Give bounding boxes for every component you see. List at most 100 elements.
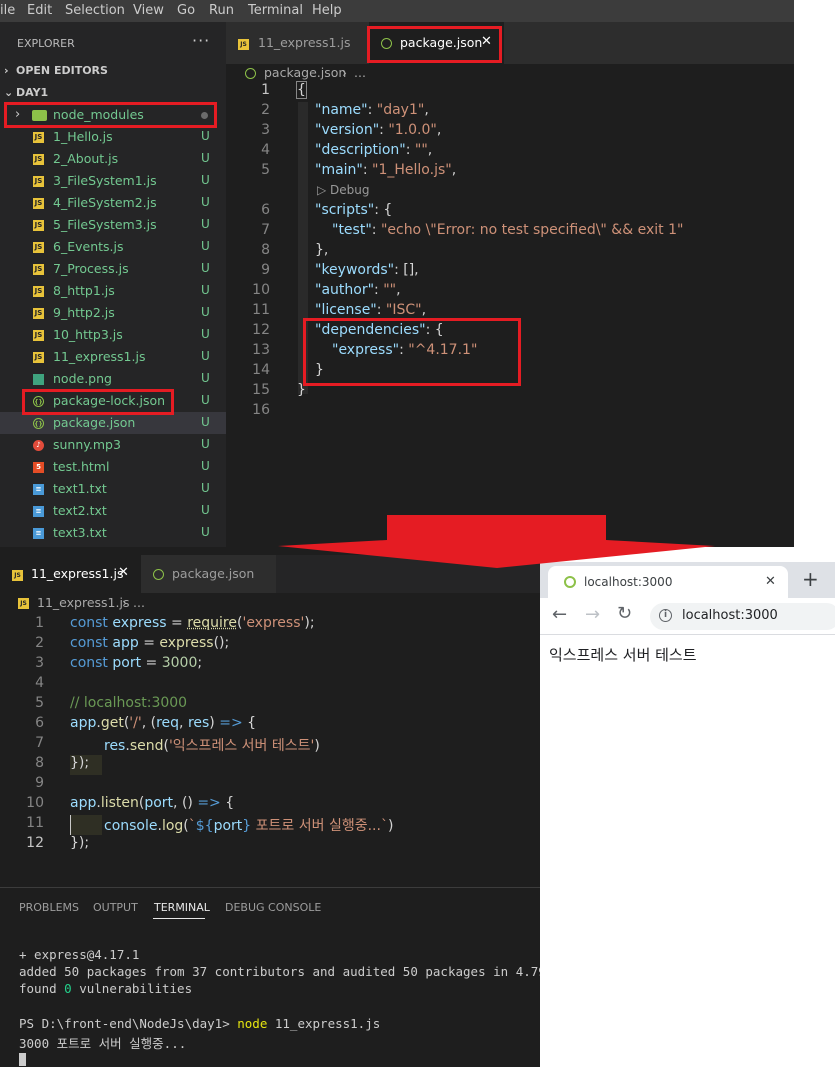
js-file-icon: JS	[33, 176, 44, 187]
file-item[interactable]: node.png U	[0, 368, 226, 390]
project-section[interactable]: ⌄ DAY1	[4, 86, 48, 99]
git-status: U	[201, 195, 210, 209]
breadcrumb-file[interactable]: package.json	[264, 65, 346, 80]
line-number: 10	[26, 795, 44, 811]
breadcrumb-file[interactable]: 11_express1.js	[37, 595, 129, 610]
menu-terminal[interactable]: Terminal	[248, 3, 303, 18]
info-icon[interactable]: i	[659, 609, 672, 622]
globe-icon	[564, 576, 576, 588]
file-name: 11_express1.js	[53, 349, 146, 364]
code-line-5: "main": "1_Hello.js",	[315, 162, 457, 178]
editor-11-express1[interactable]: JS 11_express1.js › ... 1 2 3 4 5 6 7 8 9 10 11 12 …	[0, 593, 540, 887]
breadcrumb-rest[interactable]: ...	[354, 65, 366, 80]
file-item[interactable]: JS 9_http2.js U	[0, 302, 226, 324]
file-item[interactable]: ≡ text1.txt U	[0, 478, 226, 500]
git-status: U	[201, 349, 210, 363]
text-file-icon: ≡	[33, 484, 44, 495]
file-name: 5_FileSystem3.js	[53, 217, 157, 232]
tab-debug-console[interactable]: DEBUG CONSOLE	[225, 901, 321, 914]
reload-icon[interactable]: ↻	[617, 603, 632, 624]
editor-package-json[interactable]: package.json › ... 1 2 3 4 5 6 7 8 9 10 11 12 13 14 15…	[226, 64, 794, 547]
terminal-line: found 0 vulnerabilities	[19, 981, 193, 996]
line-number: 10	[252, 282, 270, 298]
close-icon[interactable]: ✕	[118, 565, 129, 580]
line-number: 11	[252, 302, 270, 318]
file-item[interactable]: 5 test.html U	[0, 456, 226, 478]
page-content-text: 익스프레스 서버 테스트	[549, 646, 697, 664]
line-number: 14	[252, 362, 270, 378]
tab-11-express1[interactable]: JS 11_express1.js	[226, 22, 369, 64]
file-item[interactable]: JS 2_About.js U	[0, 148, 226, 170]
file-item[interactable]: JS 3_FileSystem1.js U	[0, 170, 226, 192]
file-item[interactable]: JS 5_FileSystem3.js U	[0, 214, 226, 236]
tab-problems[interactable]: PROBLEMS	[19, 901, 79, 914]
breadcrumb-rest[interactable]: ...	[133, 595, 145, 610]
line-number: 4	[35, 675, 44, 691]
file-item[interactable]: JS 6_Events.js U	[0, 236, 226, 258]
close-icon[interactable]: ✕	[765, 574, 776, 589]
more-actions-icon[interactable]: ···	[192, 31, 210, 50]
line-number: 3	[261, 122, 270, 138]
terminal-prompt-line: PS D:\front-end\NodeJs\day1> node 11_exp…	[19, 1016, 381, 1031]
menu-file[interactable]: ile	[0, 3, 15, 18]
file-name: 1_Hello.js	[53, 129, 113, 144]
highlight-package-json-tab	[367, 26, 502, 63]
menu-run[interactable]: Run	[209, 3, 234, 18]
bottom-panel: PROBLEMS OUTPUT TERMINAL DEBUG CONSOLE +…	[0, 887, 540, 1067]
file-item[interactable]: JS 10_http3.js U	[0, 324, 226, 346]
address-bar[interactable]: i localhost:3000	[650, 603, 835, 630]
js-file-icon: JS	[18, 598, 29, 609]
image-file-icon	[33, 374, 44, 385]
git-status: U	[201, 415, 210, 429]
code-line-1: const express = require('express');	[70, 615, 315, 631]
file-item[interactable]: JS 7_Process.js U	[0, 258, 226, 280]
explorer-sidebar: EXPLORER ··· › OPEN EDITORS ⌄ DAY1 › node_…	[0, 22, 226, 547]
tab-output[interactable]: OUTPUT	[93, 901, 138, 914]
git-status: U	[201, 393, 210, 407]
file-item[interactable]: ≡ text2.txt U	[0, 500, 226, 522]
line-number: 5	[35, 695, 44, 711]
line-number: 7	[35, 735, 44, 751]
code-line-1: {	[296, 81, 307, 99]
top-vscode-window: ile Edit Selection View Go Run Terminal …	[0, 0, 794, 547]
terminal-line: + express@4.17.1	[19, 947, 140, 962]
menu-selection[interactable]: Selection	[65, 3, 125, 18]
file-name: 9_http2.js	[53, 305, 115, 320]
active-tab-underline	[153, 918, 205, 919]
forward-arrow-icon[interactable]: →	[585, 604, 600, 625]
file-item[interactable]: JS 11_express1.js U	[0, 346, 226, 368]
js-file-icon: JS	[33, 220, 44, 231]
file-item[interactable]: JS 8_http1.js U	[0, 280, 226, 302]
tab-terminal[interactable]: TERMINAL	[154, 901, 210, 914]
new-tab-icon[interactable]: +	[802, 567, 819, 591]
line-number: 12	[252, 322, 270, 338]
menu-go[interactable]: Go	[177, 3, 195, 18]
tab-package-json[interactable]: package.json	[141, 555, 276, 593]
file-name: 3_FileSystem1.js	[53, 173, 157, 188]
js-file-icon: JS	[33, 286, 44, 297]
git-status: U	[201, 305, 210, 319]
menu-edit[interactable]: Edit	[27, 3, 52, 18]
debug-codelens[interactable]: ▷ Debug	[317, 183, 370, 197]
file-item[interactable]: ♪ sunny.mp3 U	[0, 434, 226, 456]
line-number: 2	[35, 635, 44, 651]
file-name: test.html	[53, 459, 110, 474]
tab-11-express1[interactable]: JS 11_express1.js ✕	[0, 555, 141, 593]
git-status: U	[201, 283, 210, 297]
line-number: 9	[35, 775, 44, 791]
file-item[interactable]: {} package.json U	[0, 412, 226, 434]
line-number: 6	[261, 202, 270, 218]
browser-tab[interactable]: localhost:3000 ✕	[548, 566, 788, 598]
code-line-6: "scripts": {	[315, 202, 393, 218]
menu-view[interactable]: View	[133, 3, 164, 18]
file-item[interactable]: ≡ text3.txt U	[0, 522, 226, 544]
line-number: 3	[35, 655, 44, 671]
open-editors-section[interactable]: › OPEN EDITORS	[4, 64, 108, 77]
file-item[interactable]: JS 4_FileSystem2.js U	[0, 192, 226, 214]
menu-help[interactable]: Help	[312, 3, 342, 18]
git-status: U	[201, 261, 210, 275]
file-item[interactable]: JS 1_Hello.js U	[0, 126, 226, 148]
back-arrow-icon[interactable]: ←	[552, 604, 567, 625]
js-file-icon: JS	[238, 39, 249, 50]
editor-tab-bar: JS 11_express1.js package.json ✕	[226, 22, 794, 64]
